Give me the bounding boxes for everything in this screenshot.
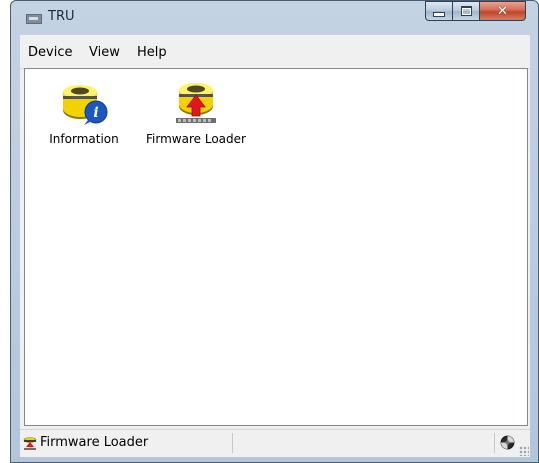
svg-text:i: i (93, 105, 98, 121)
status-pane-main: Firmware Loader (20, 433, 233, 453)
close-icon: ✕ (497, 3, 508, 19)
firmware-loader-label: Firmware Loader (146, 132, 246, 146)
information-item[interactable]: i Information (34, 80, 134, 146)
app-window-icon (26, 14, 42, 24)
minimize-icon (433, 11, 445, 17)
minimize-button[interactable] (425, 1, 453, 21)
title-bar[interactable]: TRU ✕ (11, 1, 538, 35)
client-area: Device View Help i Information Firmware … (20, 35, 530, 457)
gps-receiver-info-icon: i (63, 85, 108, 125)
caption-buttons: ✕ (425, 1, 526, 21)
menu-help[interactable]: Help (137, 45, 167, 60)
resize-grip[interactable] (519, 446, 529, 456)
device-list-view[interactable]: i Information Firmware Loader (24, 68, 528, 426)
maximize-button[interactable] (453, 1, 480, 21)
status-bar: Firmware Loader (20, 429, 530, 457)
maximize-icon (460, 6, 472, 16)
status-pane-connection (495, 433, 521, 453)
menu-bar: Device View Help (20, 35, 530, 69)
status-text: Firmware Loader (40, 435, 149, 450)
information-label: Information (49, 132, 119, 146)
firmware-loader-item[interactable]: Firmware Loader (146, 80, 246, 146)
menu-view[interactable]: View (89, 45, 120, 60)
menu-device[interactable]: Device (28, 45, 72, 60)
window-title: TRU (48, 9, 75, 24)
gps-receiver-small-icon (23, 437, 37, 450)
close-button[interactable]: ✕ (480, 1, 526, 21)
application-window: TRU ✕ Device View Help i Information Fir… (10, 0, 539, 463)
gps-receiver-firmware-icon (176, 83, 216, 123)
status-pane-middle (233, 433, 495, 453)
connection-status-icon[interactable] (500, 435, 515, 450)
